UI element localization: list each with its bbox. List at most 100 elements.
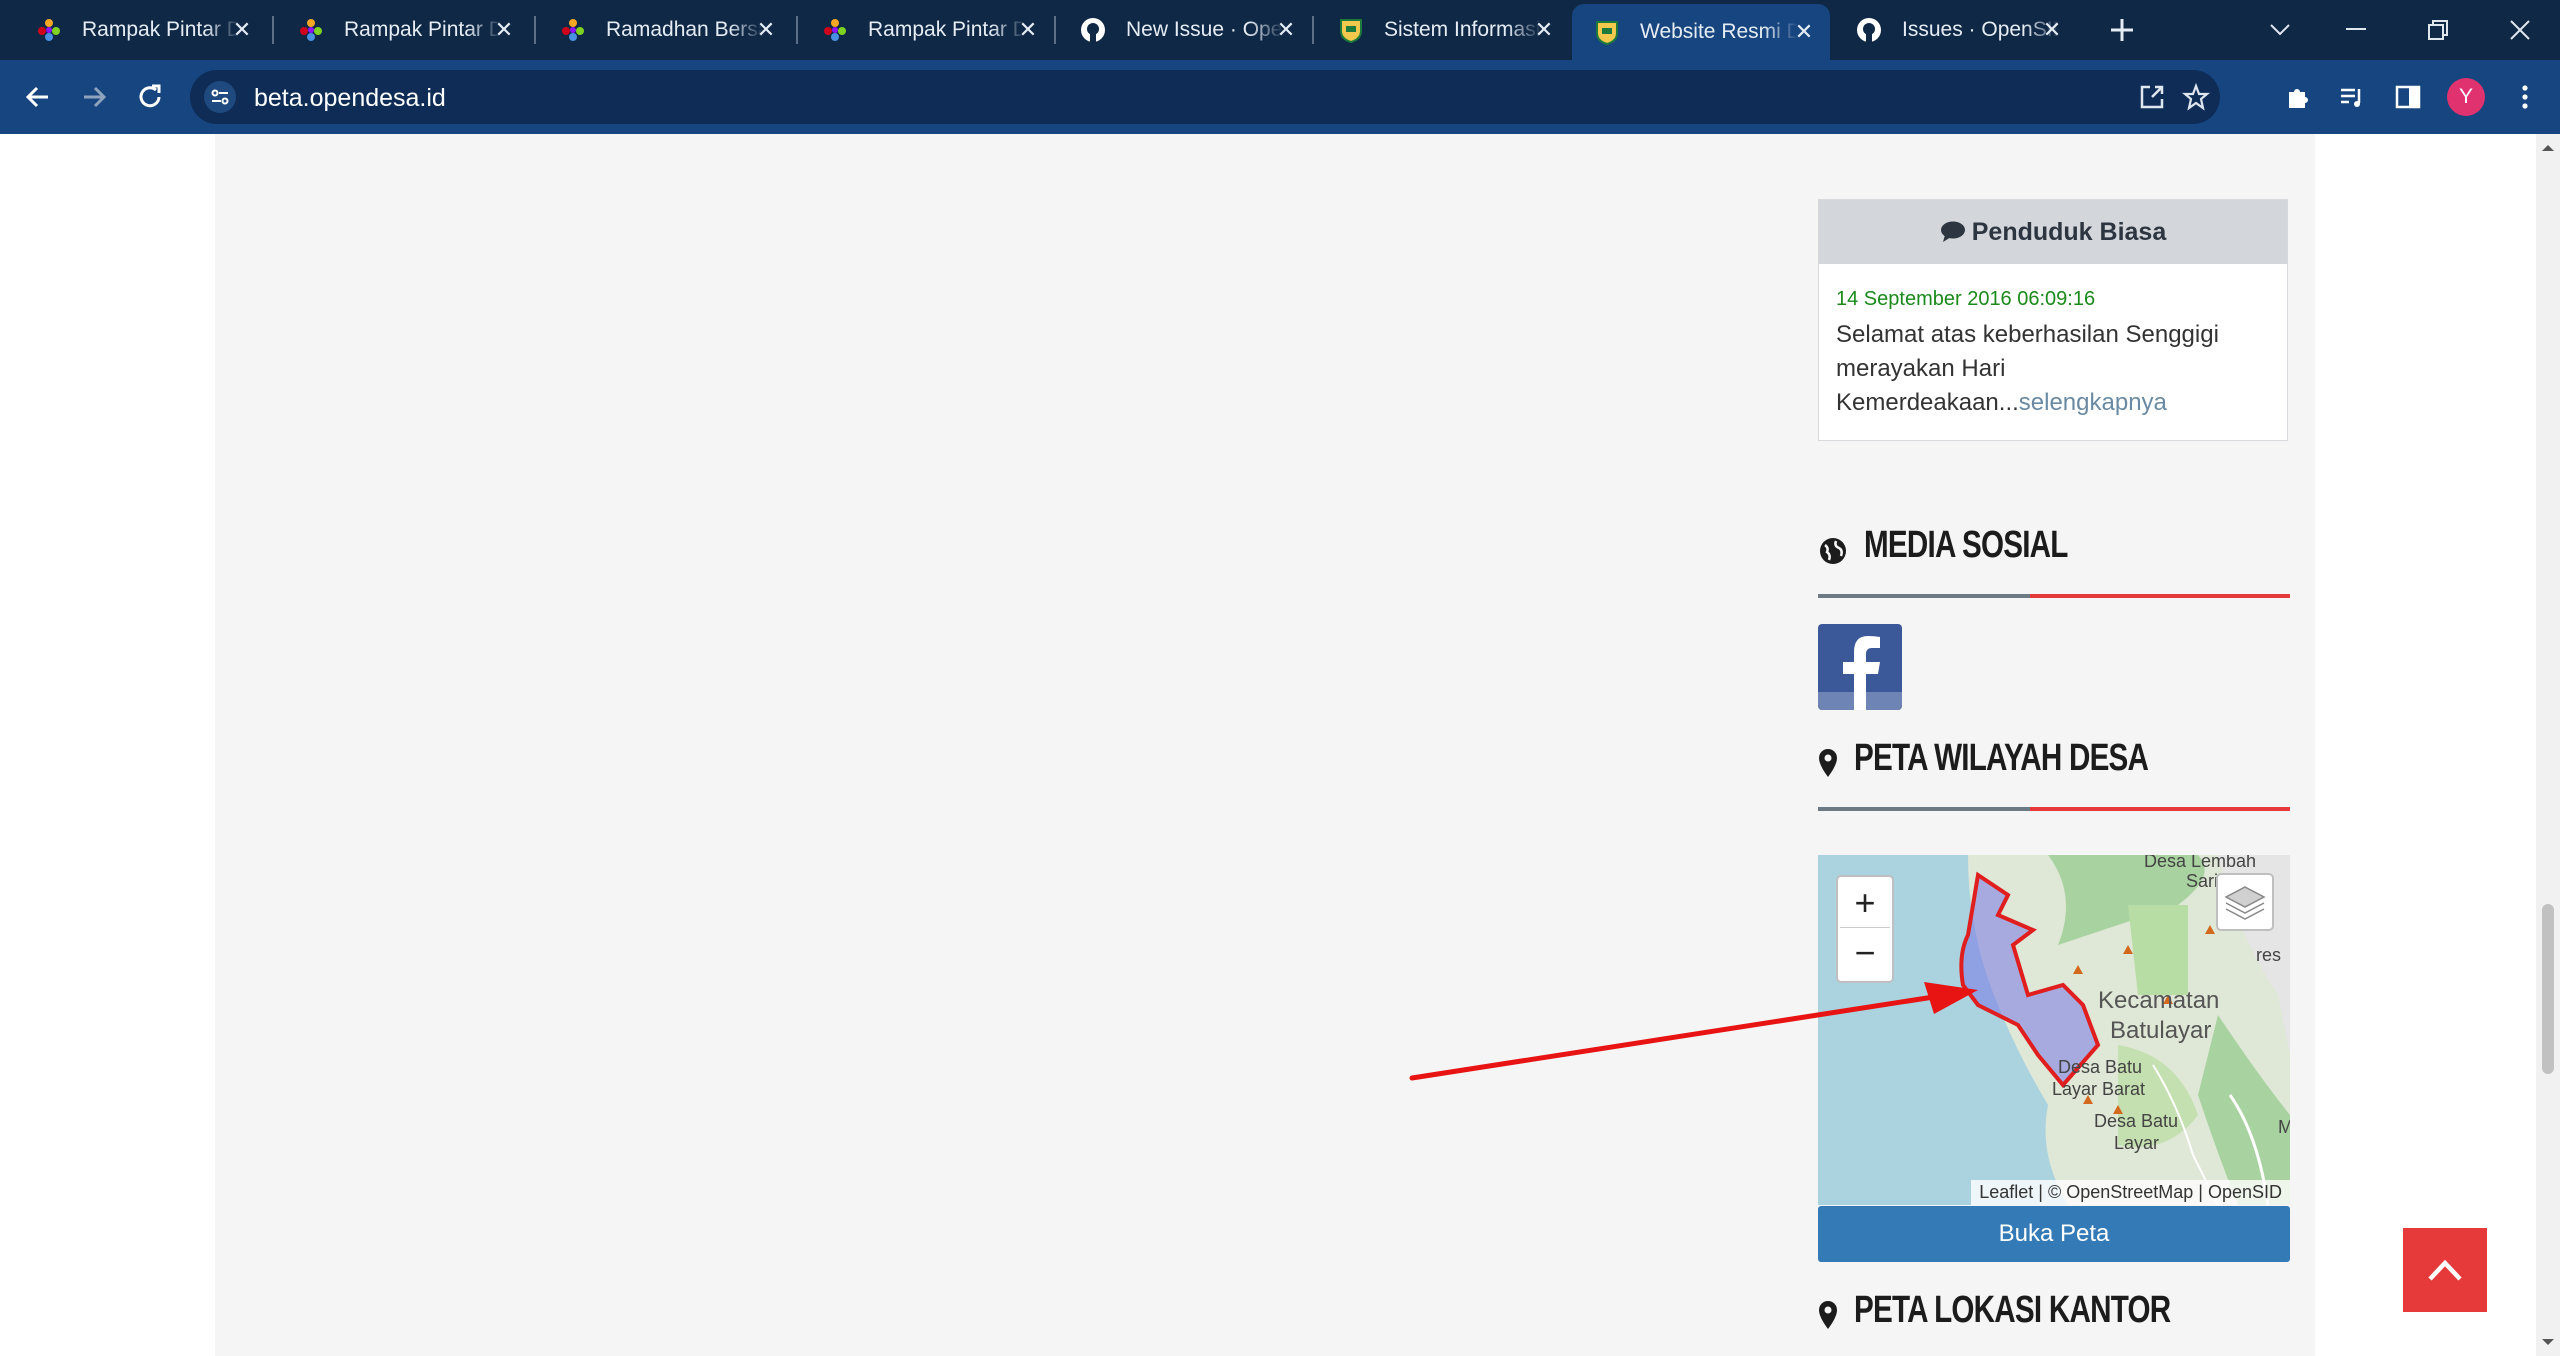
comment-header: Penduduk Biasa [1819, 200, 2287, 264]
close-icon [2510, 20, 2530, 40]
new-tab-button[interactable] [2102, 10, 2142, 50]
map-label: Desa Lembah [2144, 855, 2257, 871]
minimize-icon [2346, 28, 2366, 30]
bookmark-star-icon[interactable] [2181, 82, 2211, 116]
browser-toolbar: beta.opendesa.id Y [0, 60, 2560, 134]
close-window-button[interactable] [2480, 0, 2560, 60]
media-sosial-underline [1818, 594, 2290, 598]
page-scrollbar[interactable] [2536, 134, 2560, 1356]
peta-lokasi-title: PETA LOKASI KANTOR [1854, 1289, 2171, 1331]
map-label: Layar [2114, 1133, 2160, 1153]
tab-website-resmi[interactable]: Website Resmi Desa ✕ [1572, 4, 1830, 60]
tab-close-icon[interactable]: ✕ [1274, 18, 1298, 42]
tab-title: Sistem Informasi Desa [1384, 18, 1542, 41]
tab-title: Rampak Pintar Desa [82, 18, 240, 41]
tab-close-icon[interactable]: ✕ [492, 18, 516, 42]
arrow-left-icon [25, 86, 48, 108]
map-label: Kecamatan [2098, 987, 2220, 1014]
map-label: Desa Batu [2094, 1111, 2179, 1131]
layers-icon [2224, 886, 2266, 920]
tab-bar: Rampak Pintar Desa ✕ Rampak Pintar Desa … [0, 0, 2560, 60]
map-attribution[interactable]: Leaflet | © OpenStreetMap | OpenSID [1971, 1180, 2290, 1205]
address-bar[interactable]: beta.opendesa.id [190, 70, 2220, 124]
tab-close-icon[interactable]: ✕ [1532, 18, 1556, 42]
tab-title: New Issue · OpenSID [1126, 18, 1284, 41]
scrollbar-thumb[interactable] [2542, 904, 2554, 1074]
zoom-out-button[interactable]: − [1840, 929, 1890, 977]
colorful-star-icon [298, 17, 324, 43]
colorful-star-icon [36, 17, 62, 43]
map-marker-icon [1818, 748, 1838, 783]
tab-close-icon[interactable]: ✕ [1792, 20, 1816, 44]
map-label: res [2256, 945, 2282, 965]
arrow-right-icon [84, 86, 107, 108]
back-button[interactable] [18, 77, 58, 117]
share-icon[interactable] [2138, 83, 2166, 116]
restore-icon [2428, 20, 2448, 40]
map-label: M [2278, 1117, 2290, 1137]
map-label: Layar Barat [2052, 1079, 2146, 1099]
comment-author: Penduduk Biasa [1971, 217, 2167, 246]
tab-rampak-3[interactable]: Rampak Pintar Desa ✕ [786, 6, 1054, 54]
peta-wilayah-underline [1818, 807, 2290, 811]
zoom-control: + − [1836, 875, 1894, 983]
media-sosial-title: MEDIA SOSIAL [1864, 524, 2068, 566]
scroll-down-icon[interactable] [2536, 1332, 2560, 1352]
tab-close-icon[interactable]: ✕ [2040, 18, 2064, 42]
tab-ramadhan[interactable]: Ramadhan Bersama ✕ [524, 6, 792, 54]
github-icon [1856, 17, 1882, 43]
tab-sistem-informasi[interactable]: Sistem Informasi Desa ✕ [1302, 6, 1570, 54]
comment-more-link[interactable]: selengkapnya [2019, 389, 2167, 416]
village-map[interactable]: Desa Lembah Sari Kecamatan Batulayar Des… [1818, 855, 2290, 1205]
facebook-icon[interactable] [1818, 624, 1902, 710]
scroll-up-icon[interactable] [2536, 138, 2560, 158]
tab-issues[interactable]: Issues · OpenSID ✕ [1820, 6, 2078, 54]
github-icon [1080, 17, 1106, 43]
playlist-icon [2341, 88, 2361, 107]
peta-wilayah-title: PETA WILAYAH DESA [1854, 737, 2149, 779]
side-panel-button[interactable] [2388, 77, 2428, 117]
map-label: Desa Batu [2058, 1057, 2143, 1077]
media-control-button[interactable] [2332, 77, 2372, 117]
shield-crest-icon [1338, 17, 1364, 43]
tab-search-button[interactable] [2240, 0, 2320, 60]
tab-close-icon[interactable]: ✕ [230, 18, 254, 42]
puzzle-icon [2289, 89, 2308, 108]
restore-button[interactable] [2398, 0, 2478, 60]
chevron-down-icon [2270, 24, 2290, 36]
site-info-icon[interactable] [204, 81, 236, 113]
speech-bubble-icon [1940, 221, 1965, 242]
reload-icon [139, 84, 161, 108]
shield-crest-icon [1594, 19, 1620, 45]
back-to-top-button[interactable] [2403, 1228, 2487, 1312]
tab-title: Rampak Pintar Desa [344, 18, 502, 41]
extensions-button[interactable] [2278, 77, 2318, 117]
menu-button[interactable] [2505, 77, 2545, 117]
page-viewport: Penduduk Biasa 14 September 2016 06:09:1… [0, 134, 2536, 1356]
layers-button[interactable] [2216, 873, 2274, 931]
tab-close-icon[interactable]: ✕ [754, 18, 778, 42]
zoom-in-button[interactable]: + [1840, 879, 1890, 928]
map-label: Batulayar [2110, 1017, 2212, 1044]
tab-title: Website Resmi Desa [1640, 20, 1798, 43]
minimize-button[interactable] [2316, 0, 2396, 60]
buka-peta-button[interactable]: Buka Peta [1818, 1206, 2290, 1262]
tab-title: Issues · OpenSID [1902, 18, 2060, 41]
tab-new-issue[interactable]: New Issue · OpenSID ✕ [1044, 6, 1312, 54]
tab-close-icon[interactable]: ✕ [1016, 18, 1040, 42]
tab-title: Ramadhan Bersama [606, 18, 764, 41]
colorful-star-icon [560, 17, 586, 43]
chevron-up-icon [2428, 1259, 2462, 1281]
reload-button[interactable] [130, 77, 170, 117]
profile-avatar[interactable]: Y [2447, 78, 2485, 116]
comment-widget: Penduduk Biasa 14 September 2016 06:09:1… [1818, 199, 2288, 441]
tab-title: Rampak Pintar Desa [868, 18, 1026, 41]
forward-button[interactable] [74, 77, 114, 117]
tab-rampak-1[interactable]: Rampak Pintar Desa ✕ [0, 6, 268, 54]
comment-text: Selamat atas keberhasilan Senggigi meray… [1836, 318, 2276, 420]
globe-icon [1818, 536, 1848, 571]
comment-date: 14 September 2016 06:09:16 [1836, 288, 2096, 310]
map-label: Sari [2186, 871, 2219, 891]
tab-rampak-2[interactable]: Rampak Pintar Desa ✕ [262, 6, 530, 54]
colorful-star-icon [822, 17, 848, 43]
